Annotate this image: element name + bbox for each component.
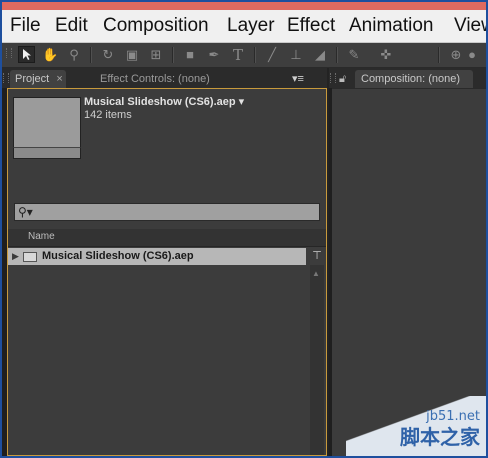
pan-behind-tool-icon[interactable]: ⊞ (148, 47, 164, 63)
search-icon[interactable]: ⚲▾ (18, 205, 33, 219)
list-item[interactable]: ▶ Musical Slideshow (CS6).aep (8, 248, 306, 265)
panel-menu-icon[interactable]: ▾≡ (292, 70, 304, 88)
clone-stamp-tool-icon[interactable]: ⊥ (288, 47, 304, 63)
tab-project-label: Project (15, 73, 50, 85)
tools-toolbar: ✋ ⚲ ↻ ▣ ⊞ ■ ✒ T ╱ ⊥ ◢ ✎ ✜ ⊕ ● (2, 43, 486, 68)
composition-tabbar: 🔓︎ Composition: (none) (329, 68, 486, 88)
lock-icon[interactable]: 🔓︎ (339, 70, 346, 88)
toolbar-separator (90, 47, 92, 63)
toolbar-separator (172, 47, 174, 63)
puppet-tool-icon[interactable]: ✜ (378, 47, 394, 63)
menu-edit[interactable]: Edit (55, 15, 88, 37)
project-search-input[interactable]: ⚲▾ (14, 203, 320, 221)
menu-effect[interactable]: Effect (287, 15, 335, 37)
folder-icon (23, 252, 37, 262)
axis-mode-icon[interactable]: ● (464, 47, 480, 63)
toolbar-separator (336, 47, 338, 63)
panel-grip[interactable] (330, 73, 336, 83)
flowchart-icon[interactable]: ⊤ (310, 248, 324, 265)
tab-close-icon[interactable]: × (52, 73, 62, 85)
pen-tool-icon[interactable]: ✒ (206, 47, 222, 63)
snapping-icon[interactable]: ⊕ (448, 47, 464, 63)
zoom-tool-icon[interactable]: ⚲ (66, 47, 82, 63)
project-panel-body: Musical Slideshow (CS6).aep ▾ 142 items … (7, 88, 327, 456)
eraser-tool-icon[interactable]: ◢ (312, 47, 328, 63)
project-panel: Project × Effect Controls: (none) ▾≡ Mus… (2, 68, 327, 456)
menu-layer[interactable]: Layer (227, 15, 275, 37)
project-name-dropdown[interactable]: Musical Slideshow (CS6).aep ▾ (84, 95, 244, 108)
camera-tool-icon[interactable]: ▣ (124, 47, 140, 63)
watermark: jb51.net 脚本之家 (346, 396, 486, 456)
toolbar-separator (254, 47, 256, 63)
column-header-label: Name (28, 231, 55, 242)
column-header-name[interactable]: Name (8, 229, 326, 247)
panel-grip[interactable] (3, 73, 9, 83)
expand-arrow-icon[interactable]: ▶ (12, 251, 19, 262)
menu-composition[interactable]: Composition (103, 15, 209, 37)
menu-animation[interactable]: Animation (349, 15, 434, 37)
watermark-text: 脚本之家 (400, 427, 480, 449)
tab-effect-controls[interactable]: Effect Controls: (none) (100, 70, 210, 88)
hand-tool-icon[interactable]: ✋ (42, 47, 58, 63)
rotate-tool-icon[interactable]: ↻ (100, 47, 116, 63)
type-tool-icon[interactable]: T (230, 47, 246, 63)
menu-file[interactable]: File (10, 15, 41, 37)
menu-bar: File Edit Composition Layer Effect Anima… (2, 10, 486, 43)
tab-project[interactable]: Project × (10, 70, 66, 88)
title-bar (2, 2, 486, 10)
menu-view[interactable]: View (454, 15, 486, 37)
thumbnail-strip (13, 147, 81, 159)
toolbar-separator (438, 47, 440, 63)
selection-tool-icon[interactable] (18, 46, 35, 63)
project-item-count: 142 items (84, 109, 132, 121)
rectangle-tool-icon[interactable]: ■ (182, 47, 198, 63)
roto-brush-tool-icon[interactable]: ✎ (346, 47, 362, 63)
scroll-up-icon[interactable]: ▲ (312, 269, 320, 278)
list-item-name: Musical Slideshow (CS6).aep (42, 250, 194, 262)
toolbar-grip[interactable] (6, 48, 12, 58)
tab-composition[interactable]: Composition: (none) (355, 70, 473, 88)
project-tabbar: Project × Effect Controls: (none) ▾≡ (2, 68, 327, 88)
brush-tool-icon[interactable]: ╱ (264, 47, 280, 63)
tab-composition-label: Composition: (none) (361, 73, 461, 85)
vertical-scrollbar[interactable]: ▲ (310, 265, 324, 455)
